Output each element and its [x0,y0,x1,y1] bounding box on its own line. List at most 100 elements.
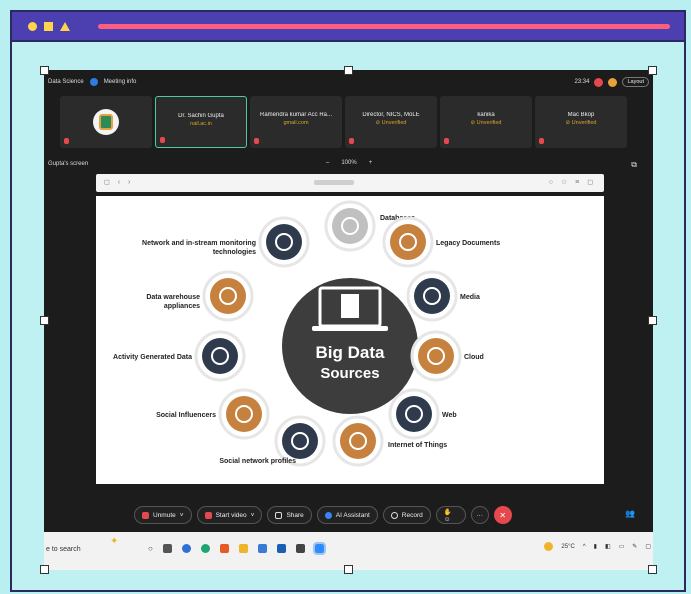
share-screen-icon [275,511,283,519]
notifications-icon[interactable]: ▢ [645,543,651,550]
temperature: 25°C [561,543,575,550]
frame-accent-line [98,24,670,29]
meeting-timer: 23:34 [574,79,590,85]
checklist-icon [202,338,238,374]
participant-tile[interactable]: Dr. Sachin Gupta nail.ac.in [155,96,247,148]
participant-tile[interactable] [60,96,152,148]
volume-icon[interactable]: ◧ [605,543,611,550]
participant-name: Dr. Sachin Gupta [178,113,224,119]
muted-mic-icon [349,138,354,144]
participants-icon[interactable]: 👥 [625,509,635,518]
record-button[interactable]: Record [382,506,431,524]
participant-status: ⊘ Unverified [470,120,502,126]
meeting-toolbar: Unmute ˅ Start video ˅ Share AI Assistan… [134,504,512,526]
shared-browser-bar: ◻ ‹ › ○ ☆ ≡ ◻ [96,174,604,192]
participant-status: gmail.com [283,120,309,126]
end-call-button[interactable]: ✕ [493,506,512,524]
more-button[interactable]: ··· [470,506,489,524]
zoom-level[interactable]: 100% [341,160,356,166]
chrome-icon[interactable] [200,544,210,553]
ai-assistant-button[interactable]: AI Assistant [316,506,378,524]
ai-icon [324,511,332,519]
pop-out-icon[interactable]: ⧉ [631,160,637,170]
source-label: Internet of Things [388,442,447,449]
copilot-sparkle-icon: ✦ [110,536,119,547]
resize-handle-bl[interactable] [40,565,49,574]
source-label: Web [442,412,457,419]
share-label: Share [286,511,304,519]
resize-handle-tr[interactable] [648,66,657,75]
tray-chevron-icon[interactable]: ^ [583,544,586,550]
zoom-in-button[interactable]: + [369,160,373,166]
layout-button[interactable]: Layout [622,77,649,87]
participant-tile[interactable]: Director, NICS, MoLE ⊘ Unverified [345,96,437,148]
share-button[interactable]: Share [267,506,312,524]
weather-icon [544,542,554,551]
laptop-base [312,326,388,331]
zoom-out-button[interactable]: – [326,160,329,166]
zoom-app-icon[interactable] [312,542,326,555]
people-icon [226,396,262,432]
source-label: Network and in-stream monitoring technolo… [142,240,256,256]
avatar-image [99,114,113,130]
database-icon [332,208,368,244]
mic-off-icon [142,511,149,519]
reactions-button[interactable]: ✋ ☺ [435,506,466,524]
unmute-label: Unmute [153,511,176,519]
participant-status: nail.ac.in [190,121,212,127]
start-video-label: Start video [215,511,247,519]
muted-mic-icon [539,138,544,144]
meeting-name: Data Science [48,79,84,85]
browser-nav-icons: ◻ ‹ › [104,179,134,186]
battery-icon[interactable]: ▭ [619,543,625,550]
explorer-icon[interactable] [238,544,248,553]
resize-handle-tm[interactable] [344,66,353,75]
circle-icon [28,22,37,31]
resize-handle-tl[interactable] [40,66,49,75]
terminal-icon[interactable] [295,544,305,553]
taskview-icon[interactable]: ○ [148,544,153,553]
muted-mic-icon [254,138,259,144]
center-title-line1: Big Data [316,343,386,362]
store-icon[interactable] [257,544,267,553]
share-owner-label: Gupta's screen [48,161,89,167]
app-icon[interactable] [219,544,229,553]
source-label: Legacy Documents [436,240,500,247]
browser-url [314,180,354,185]
source-label: Media [460,294,480,301]
resize-handle-bm[interactable] [344,565,353,574]
recording-icon [594,77,604,87]
participant-tile[interactable]: Mac Bkop ⊘ Unverified [535,96,627,148]
participant-name: Mac Bkop [567,112,595,118]
word-icon[interactable] [276,544,286,553]
pen-icon[interactable]: ✎ [632,543,637,550]
widgets-icon[interactable] [162,544,172,553]
participant-status: ⊘ Unverified [565,120,597,126]
square-icon [44,22,53,31]
source-label: Cloud [464,354,484,361]
browser-action-icons: ○ ☆ ≡ ◻ [548,179,596,186]
muted-mic-icon [64,138,69,144]
participant-tile[interactable]: Ramendra kumar Acc Ra... gmail.com [250,96,342,148]
resize-handle-br[interactable] [648,565,657,574]
globe-icon [396,396,432,432]
clipboard-icon [390,224,426,260]
resize-handle-mr[interactable] [648,316,657,325]
shared-slide: Big Data Sources Databases Legacy Documents… [96,196,604,484]
resize-handle-ml[interactable] [40,316,49,325]
status-icon [608,77,618,87]
triangle-icon [60,22,70,31]
network-icon[interactable]: ▮ [594,543,597,550]
unmute-button[interactable]: Unmute ˅ [134,506,192,524]
edge-icon[interactable] [181,544,191,553]
meeting-info-link[interactable]: Meeting info [104,79,137,85]
cloud-icon [418,338,454,374]
big-data-diagram: Big DataSourcesDatabasesLegacy Documents… [113,200,500,467]
participant-tile[interactable]: kanika ⊘ Unverified [440,96,532,148]
participant-name: Ramendra kumar Acc Ra... [259,112,333,118]
avatar [93,109,119,135]
shield-icon[interactable] [89,78,98,86]
participant-name: kanika [477,112,495,118]
taskbar-search[interactable]: e to search [44,540,140,562]
start-video-button[interactable]: Start video ˅ [196,506,263,524]
